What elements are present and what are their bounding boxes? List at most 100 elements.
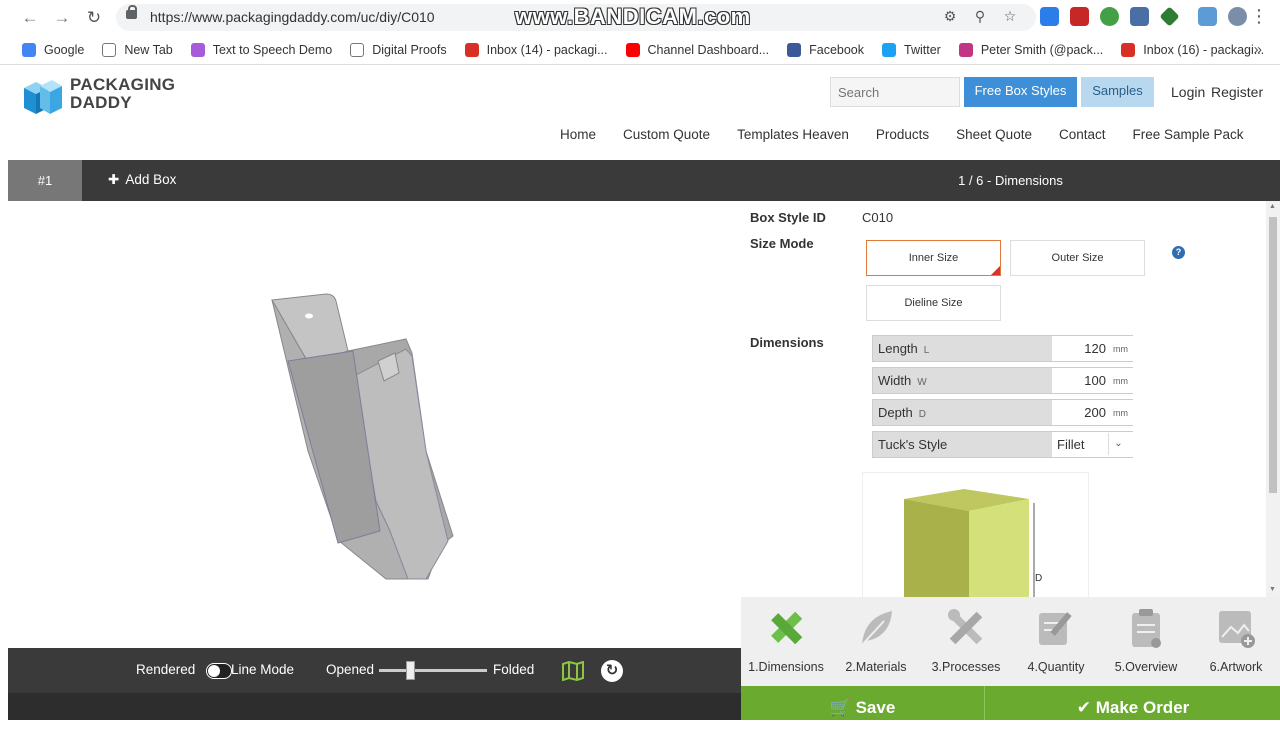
bookmark-label: Inbox (14) - packagi...	[486, 42, 608, 57]
tab-box-1[interactable]: #1	[8, 160, 82, 201]
search-input[interactable]	[830, 77, 960, 107]
box-style-label: Box Style ID	[750, 210, 826, 225]
nav-free-sample-pack[interactable]: Free Sample Pack	[1133, 127, 1244, 142]
step-label: 5.Overview	[1114, 660, 1178, 674]
bookmark-label: New Tab	[124, 42, 173, 57]
box-preview-image: D	[904, 489, 1042, 597]
nav-products[interactable]: Products	[876, 127, 929, 142]
recording-watermark: www.BANDICAM.com	[515, 4, 751, 29]
step-dimensions[interactable]: 1.Dimensions	[741, 597, 831, 686]
depth-label: Depth	[878, 405, 913, 420]
dieline-map-icon[interactable]	[562, 661, 584, 681]
bookmark-label: Twitter	[904, 42, 941, 57]
panel-scrollbar[interactable]: ▲ ▼	[1266, 201, 1280, 597]
make-order-label: Make Order	[1095, 698, 1190, 717]
preview-depth-label: D	[1035, 573, 1042, 584]
pdf-extension-icon[interactable]	[1070, 7, 1089, 26]
length-value: 120	[1084, 341, 1106, 356]
back-icon[interactable]: ←	[20, 8, 40, 28]
box-style-value: C010	[862, 210, 894, 225]
length-input[interactable]: 120 mm	[1052, 336, 1133, 361]
nav-sheet-quote[interactable]: Sheet Quote	[956, 127, 1032, 142]
site-logo[interactable]: PACKAGING DADDY	[22, 72, 182, 118]
bookmark-item[interactable]: Twitter	[882, 42, 941, 57]
nav-contact[interactable]: Contact	[1059, 127, 1106, 142]
nav-custom-quote[interactable]: Custom Quote	[623, 127, 710, 142]
outer-size-button[interactable]: Outer Size	[1010, 240, 1145, 276]
bookmark-favicon-icon	[22, 42, 36, 57]
bookmark-item[interactable]: Inbox (16) - packagi...	[1121, 42, 1264, 57]
nav-home[interactable]: Home	[560, 127, 596, 142]
extension-icon[interactable]	[1040, 7, 1059, 26]
forward-icon[interactable]: →	[52, 8, 72, 28]
step-label: 6.Artwork	[1209, 660, 1263, 674]
zoom-icon[interactable]: ⚲	[972, 8, 988, 24]
register-link[interactable]: Register	[1211, 84, 1263, 100]
tuck-style-select[interactable]: Fillet ⌄	[1052, 432, 1133, 457]
bookmark-label: Peter Smith (@pack...	[980, 42, 1104, 57]
check-circle-icon: ✔	[1076, 698, 1091, 717]
add-box-button[interactable]: ✚ Add Box	[108, 172, 176, 188]
length-row: Length L 120 mm	[872, 335, 1133, 362]
scroll-up-icon[interactable]: ▲	[1269, 203, 1276, 210]
step-artwork[interactable]: 6.Artwork	[1191, 597, 1280, 686]
more-bookmarks-icon[interactable]: »	[1254, 41, 1262, 58]
bookmark-label: Digital Proofs	[372, 42, 447, 57]
extension-icon[interactable]	[1198, 7, 1217, 26]
depth-input[interactable]: 200 mm	[1052, 400, 1133, 425]
extension-icon[interactable]	[1159, 6, 1180, 27]
bookmark-item[interactable]: Inbox (14) - packagi...	[464, 42, 608, 57]
line-mode-label: Line Mode	[231, 662, 295, 677]
reload-icon[interactable]: ↻	[84, 8, 104, 28]
bookmark-item[interactable]: Facebook	[787, 42, 864, 57]
bookmark-favicon-icon	[625, 42, 640, 57]
dieline-size-button[interactable]: Dieline Size	[866, 285, 1001, 321]
bookmark-label: Channel Dashboard...	[647, 42, 770, 57]
tuck-style-label: Tuck's Style	[878, 437, 948, 452]
site-settings-icon[interactable]: ⚙	[942, 8, 958, 24]
scroll-down-icon[interactable]: ▼	[1269, 586, 1276, 593]
step-overview[interactable]: 5.Overview	[1101, 597, 1191, 686]
edit-icon	[1039, 612, 1072, 645]
width-input[interactable]: 100 mm	[1052, 368, 1133, 393]
bookmark-item[interactable]: Google	[22, 42, 85, 57]
bookmark-favicon-icon	[190, 42, 205, 57]
bookmark-item[interactable]: Channel Dashboard...	[625, 42, 770, 57]
free-box-styles-button[interactable]: Free Box Styles	[964, 77, 1077, 107]
bookmark-label: Text to Speech Demo	[212, 42, 333, 57]
bookmark-label: Google	[44, 42, 85, 57]
bookmark-item[interactable]: New Tab	[102, 42, 173, 57]
3d-box-viewer[interactable]	[8, 201, 741, 648]
scroll-thumb[interactable]	[1269, 217, 1277, 493]
bookmark-favicon-icon	[1121, 42, 1136, 57]
lock-icon	[126, 5, 137, 19]
login-link[interactable]: Login	[1171, 84, 1205, 100]
reset-view-icon[interactable]: ↻	[601, 660, 623, 682]
save-button[interactable]: 🛒 Save	[741, 686, 985, 720]
step-processes[interactable]: 3.Processes	[921, 597, 1011, 686]
step-materials[interactable]: 2.Materials	[831, 597, 921, 686]
fold-slider-handle[interactable]	[406, 661, 415, 680]
bookmark-item[interactable]: Peter Smith (@pack...	[958, 42, 1104, 57]
profile-avatar[interactable]	[1228, 7, 1247, 26]
width-label: Width	[878, 373, 912, 388]
fold-slider-track[interactable]	[379, 669, 487, 672]
samples-button[interactable]: Samples	[1081, 77, 1154, 107]
bookmark-item[interactable]: Text to Speech Demo	[190, 42, 333, 57]
bookmark-item[interactable]: Digital Proofs	[350, 42, 447, 57]
logo-line-1: PACKAGING	[70, 75, 176, 94]
image-add-icon	[1219, 611, 1255, 648]
bookmark-star-icon[interactable]: ☆	[1002, 8, 1018, 24]
browser-menu-icon[interactable]: ⋮	[1250, 6, 1268, 27]
nav-templates-heaven[interactable]: Templates Heaven	[737, 127, 849, 142]
inner-size-button[interactable]: Inner Size	[866, 240, 1001, 276]
box-3d-model	[271, 293, 454, 580]
extension-icon[interactable]	[1130, 7, 1149, 26]
extension-icon[interactable]	[1100, 7, 1119, 26]
help-icon[interactable]: ?	[1172, 246, 1185, 259]
render-mode-toggle[interactable]	[206, 663, 232, 679]
step-label: 2.Materials	[845, 660, 907, 674]
step-quantity[interactable]: 4.Quantity	[1011, 597, 1101, 686]
make-order-button[interactable]: ✔ Make Order	[986, 686, 1280, 720]
save-icon: 🛒	[829, 698, 851, 717]
